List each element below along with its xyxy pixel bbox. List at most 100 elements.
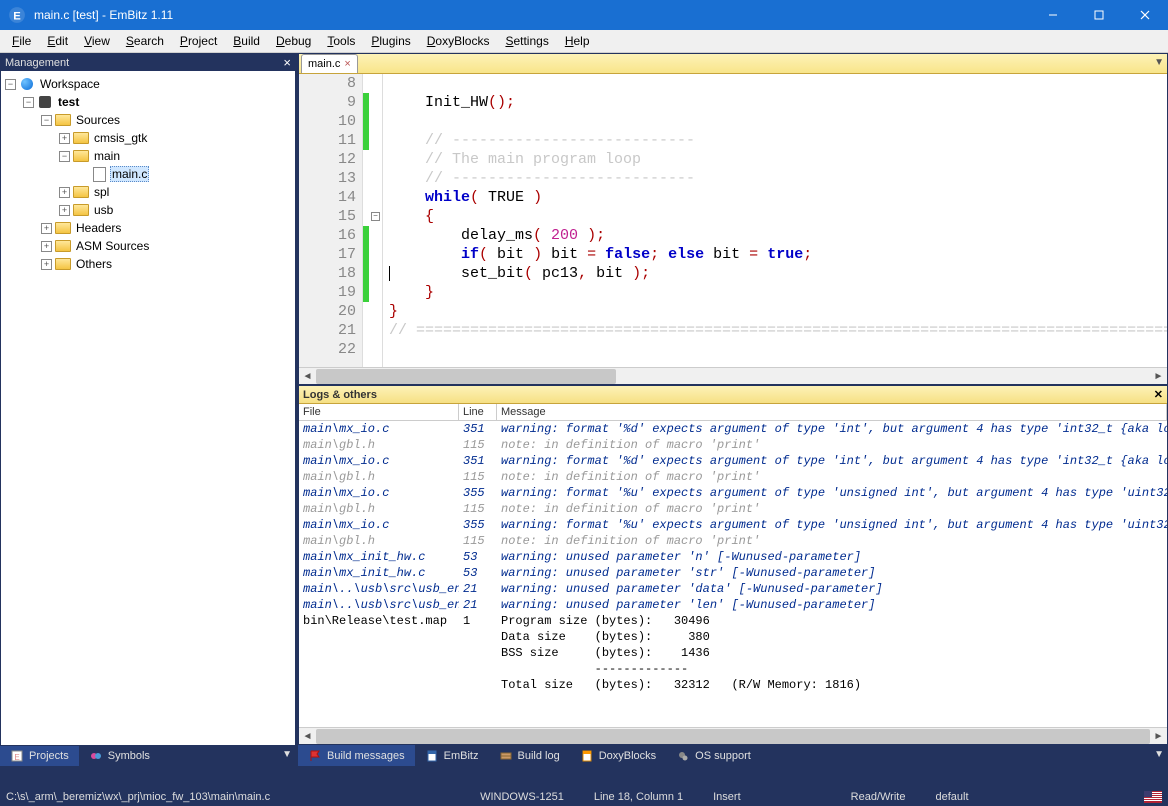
log-cell[interactable]: bin\Release\test.map xyxy=(299,613,459,629)
log-cell[interactable] xyxy=(299,629,459,645)
log-cell[interactable]: warning: format '%d' expects argument of… xyxy=(497,421,1167,437)
log-cell[interactable]: 355 xyxy=(459,517,497,533)
log-cell[interactable]: warning: unused parameter 'n' [-Wunused-… xyxy=(497,549,1167,565)
tree-node-test[interactable]: −test xyxy=(5,93,291,111)
log-cell[interactable]: 21 xyxy=(459,581,497,597)
scroll-left-icon[interactable]: ◄ xyxy=(299,729,316,744)
log-cell[interactable]: main\gbl.h xyxy=(299,533,459,549)
log-cell[interactable]: main\gbl.h xyxy=(299,469,459,485)
scroll-left-icon[interactable]: ◄ xyxy=(299,369,316,384)
tree-node-cmsis-gtk[interactable]: +cmsis_gtk xyxy=(5,129,291,147)
menu-file[interactable]: File xyxy=(4,31,39,51)
log-cell[interactable]: main\mx_io.c xyxy=(299,453,459,469)
tree-node-sources[interactable]: −Sources xyxy=(5,111,291,129)
menu-plugins[interactable]: Plugins xyxy=(363,31,418,51)
log-cell[interactable]: 53 xyxy=(459,565,497,581)
build-messages-table[interactable]: FileLineMessagemain\mx_io.c351warning: f… xyxy=(299,404,1167,693)
log-cell[interactable]: note: in definition of macro 'print' xyxy=(497,501,1167,517)
log-cell[interactable]: main\mx_init_hw.c xyxy=(299,565,459,581)
fold-icon[interactable]: − xyxy=(371,212,380,221)
log-cell[interactable] xyxy=(459,677,497,693)
output-tabs-dropdown-icon[interactable]: ▼ xyxy=(1154,749,1164,760)
log-cell[interactable]: main\..\usb\src\usb_endp.c xyxy=(299,581,459,597)
log-cell[interactable]: BSS size (bytes): 1436 xyxy=(497,645,1167,661)
tree-node-others[interactable]: +Others xyxy=(5,255,291,273)
logs-close-icon[interactable]: ✕ xyxy=(1154,388,1163,401)
management-close-icon[interactable]: × xyxy=(283,55,291,70)
locale-flag-icon[interactable] xyxy=(1144,791,1162,803)
output-tab-doxyblocks[interactable]: DoxyBlocks xyxy=(570,745,666,766)
log-cell[interactable]: Program size (bytes): 30496 xyxy=(497,613,1167,629)
minimize-button[interactable] xyxy=(1030,0,1076,30)
log-cell[interactable]: 351 xyxy=(459,453,497,469)
log-cell[interactable] xyxy=(459,645,497,661)
log-cell[interactable]: warning: format '%d' expects argument of… xyxy=(497,453,1167,469)
log-cell[interactable]: warning: format '%u' expects argument of… xyxy=(497,517,1167,533)
log-cell[interactable]: main\mx_init_hw.c xyxy=(299,549,459,565)
log-cell[interactable]: 115 xyxy=(459,501,497,517)
log-cell[interactable]: main\mx_io.c xyxy=(299,485,459,501)
menu-edit[interactable]: Edit xyxy=(39,31,76,51)
log-cell[interactable] xyxy=(459,661,497,677)
log-cell[interactable]: main\gbl.h xyxy=(299,501,459,517)
log-cell[interactable]: note: in definition of macro 'print' xyxy=(497,437,1167,453)
log-cell[interactable]: warning: unused parameter 'len' [-Wunuse… xyxy=(497,597,1167,613)
log-header-message[interactable]: Message xyxy=(497,404,1167,421)
menu-help[interactable]: Help xyxy=(557,31,598,51)
log-cell[interactable]: main\mx_io.c xyxy=(299,517,459,533)
log-cell[interactable]: main\gbl.h xyxy=(299,437,459,453)
log-cell[interactable]: Total size (bytes): 32312 (R/W Memory: 1… xyxy=(497,677,1167,693)
log-cell[interactable]: 115 xyxy=(459,533,497,549)
editor-tab-close-icon[interactable]: × xyxy=(344,58,350,70)
sidebar-tabs-dropdown-icon[interactable]: ▼ xyxy=(282,749,292,760)
log-cell[interactable]: ------------- xyxy=(497,661,1167,677)
editor-tab-main-c[interactable]: main.c × xyxy=(301,54,358,73)
log-cell[interactable]: note: in definition of macro 'print' xyxy=(497,533,1167,549)
menu-project[interactable]: Project xyxy=(172,31,225,51)
tree-expander-icon[interactable]: − xyxy=(23,97,34,108)
menu-view[interactable]: View xyxy=(76,31,118,51)
tree-node-headers[interactable]: +Headers xyxy=(5,219,291,237)
log-cell[interactable] xyxy=(299,645,459,661)
menu-search[interactable]: Search xyxy=(118,31,172,51)
log-cell[interactable]: 115 xyxy=(459,469,497,485)
log-cell[interactable]: 21 xyxy=(459,597,497,613)
log-cell[interactable]: note: in definition of macro 'print' xyxy=(497,469,1167,485)
menu-doxyblocks[interactable]: DoxyBlocks xyxy=(419,31,498,51)
tree-expander-icon[interactable]: + xyxy=(59,205,70,216)
tree-expander-icon[interactable]: + xyxy=(41,259,52,270)
tree-node-main[interactable]: −main xyxy=(5,147,291,165)
tree-expander-icon[interactable]: + xyxy=(41,223,52,234)
menu-tools[interactable]: Tools xyxy=(319,31,363,51)
output-tab-build-messages[interactable]: Build messages xyxy=(298,745,415,766)
log-cell[interactable]: 53 xyxy=(459,549,497,565)
log-cell[interactable]: main\..\usb\src\usb_endp.c xyxy=(299,597,459,613)
log-cell[interactable]: 351 xyxy=(459,421,497,437)
log-cell[interactable]: Data size (bytes): 380 xyxy=(497,629,1167,645)
output-tab-build-log[interactable]: Build log xyxy=(489,745,570,766)
code-editor[interactable]: 8910111213141516171819202122 − Init_HW()… xyxy=(299,74,1167,367)
tree-node-main-c[interactable]: main.c xyxy=(5,165,291,183)
project-tree[interactable]: −Workspace−test−Sources+cmsis_gtk−mainma… xyxy=(1,71,295,745)
tree-node-workspace[interactable]: −Workspace xyxy=(5,75,291,93)
log-cell[interactable] xyxy=(299,661,459,677)
editor-tabs-dropdown-icon[interactable]: ▼ xyxy=(1154,57,1164,68)
maximize-button[interactable] xyxy=(1076,0,1122,30)
output-tab-embitz[interactable]: EmBitz xyxy=(415,745,489,766)
output-tab-os-support[interactable]: OS support xyxy=(666,745,761,766)
logs-h-scrollbar[interactable]: ◄ ► xyxy=(299,727,1167,744)
log-cell[interactable]: warning: unused parameter 'data' [-Wunus… xyxy=(497,581,1167,597)
menu-debug[interactable]: Debug xyxy=(268,31,319,51)
log-header-file[interactable]: File xyxy=(299,404,459,421)
tree-node-spl[interactable]: +spl xyxy=(5,183,291,201)
tree-expander-icon[interactable]: + xyxy=(59,133,70,144)
tree-expander-icon[interactable]: − xyxy=(59,151,70,162)
tree-node-usb[interactable]: +usb xyxy=(5,201,291,219)
tree-expander-icon[interactable]: − xyxy=(5,79,16,90)
log-cell[interactable]: 115 xyxy=(459,437,497,453)
log-cell[interactable]: 1 xyxy=(459,613,497,629)
scroll-right-icon[interactable]: ► xyxy=(1150,369,1167,384)
tree-node-asm-sources[interactable]: +ASM Sources xyxy=(5,237,291,255)
log-cell[interactable]: main\mx_io.c xyxy=(299,421,459,437)
tree-expander-icon[interactable]: − xyxy=(41,115,52,126)
